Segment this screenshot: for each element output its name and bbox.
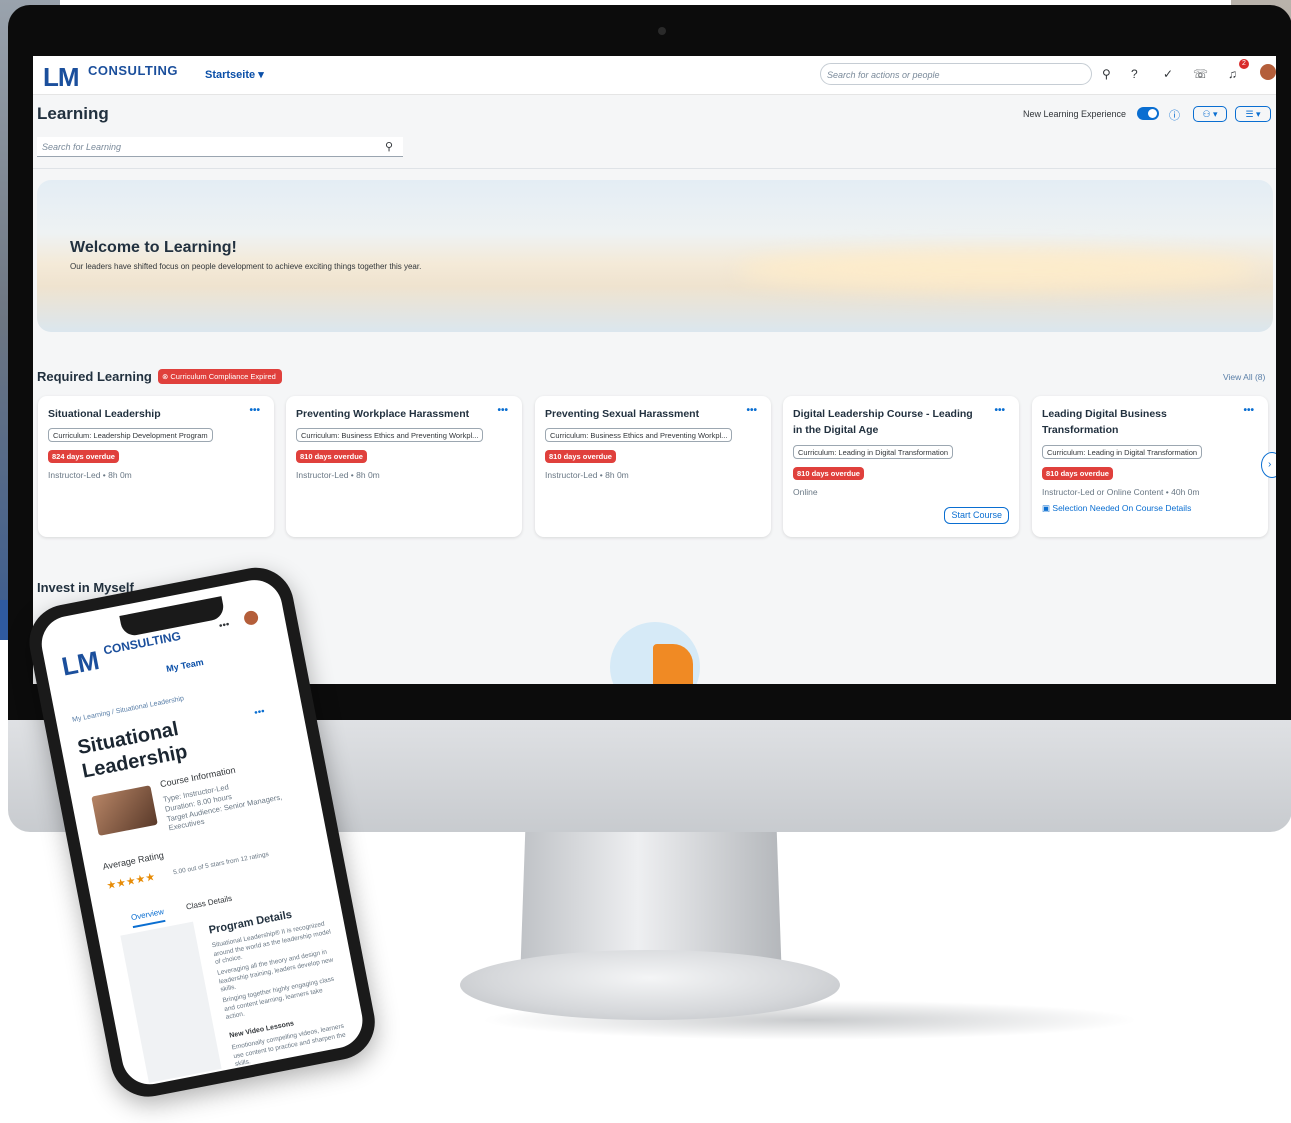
welcome-banner: Welcome to Learning! Our leaders have sh… xyxy=(37,180,1273,332)
view-all-link[interactable]: View All (8) xyxy=(1223,372,1265,382)
phone-logo: LM xyxy=(59,644,102,682)
feedback-icon[interactable]: ☏ xyxy=(1193,67,1208,81)
selection-needed-text: Selection Needed On Course Details xyxy=(1052,503,1192,513)
people-filter-button[interactable]: ⚇ ▾ xyxy=(1193,106,1227,122)
curriculum-tag: Curriculum: Leading in Digital Transform… xyxy=(793,445,954,459)
required-learning-title: Required Learning xyxy=(37,369,152,384)
tab-overview[interactable]: Overview xyxy=(130,907,166,929)
global-search-input[interactable]: Search for actions or people xyxy=(820,63,1092,85)
course-title[interactable]: Preventing Workplace Harassment xyxy=(296,406,486,422)
approvals-icon[interactable]: ✓ xyxy=(1163,67,1173,81)
course-card[interactable]: Situational Leadership ••• Curriculum: L… xyxy=(38,396,274,537)
company-logo-sub: CONSULTING xyxy=(88,63,178,78)
course-thumbnail xyxy=(91,785,158,836)
rating-text: 5.00 out of 5 stars from 12 ratings xyxy=(172,850,270,877)
overdue-badge: 810 days overdue xyxy=(545,450,616,463)
more-options-icon[interactable]: ••• xyxy=(746,405,757,416)
illustration-accent xyxy=(653,644,693,684)
hero-title: Welcome to Learning! xyxy=(70,239,237,256)
new-experience-toggle[interactable] xyxy=(1137,107,1159,120)
start-course-button[interactable]: Start Course xyxy=(944,507,1009,524)
page-title: Learning xyxy=(37,104,109,123)
compliance-expired-badge: ⊗ Curriculum Compliance Expired xyxy=(158,369,282,384)
calendar-icon: ▣ xyxy=(1042,503,1053,513)
more-options-icon[interactable]: ••• xyxy=(1243,405,1254,416)
startseite-menu[interactable]: Startseite ▾ xyxy=(205,68,264,81)
bell-icon[interactable]: ♫ xyxy=(1228,67,1237,81)
course-meta: Instructor-Led • 8h 0m xyxy=(545,470,629,480)
course-card[interactable]: Digital Leadership Course - Leading in t… xyxy=(783,396,1019,537)
star-rating: ★★★★★ xyxy=(105,871,157,893)
side-panel xyxy=(120,921,222,1083)
tab-class-details[interactable]: Class Details xyxy=(185,894,233,912)
curriculum-tag: Curriculum: Leading in Digital Transform… xyxy=(1042,445,1203,459)
course-meta: Instructor-Led or Online Content • 40h 0… xyxy=(1042,487,1200,497)
course-title[interactable]: Digital Leadership Course - Leading in t… xyxy=(793,406,983,438)
rating-label: Average Rating xyxy=(101,850,165,872)
divider xyxy=(33,168,1276,169)
course-card[interactable]: Preventing Sexual Harassment ••• Curricu… xyxy=(535,396,771,537)
more-options-icon[interactable]: ••• xyxy=(994,405,1005,416)
overdue-badge: 824 days overdue xyxy=(48,450,119,463)
company-logo[interactable]: LM xyxy=(43,62,80,93)
learning-search-input[interactable]: Search for Learning xyxy=(37,137,403,157)
hero-subtitle: Our leaders have shifted focus on people… xyxy=(70,262,422,271)
course-meta: Instructor-Led • 8h 0m xyxy=(296,470,380,480)
overdue-badge: 810 days overdue xyxy=(793,467,864,480)
search-icon[interactable]: ⚲ xyxy=(1102,67,1111,81)
curriculum-tag: Curriculum: Business Ethics and Preventi… xyxy=(545,428,733,442)
more-options-icon[interactable]: ••• xyxy=(253,706,265,719)
curriculum-tag: Curriculum: Leadership Development Progr… xyxy=(48,428,213,442)
avatar[interactable] xyxy=(242,609,260,627)
avatar[interactable] xyxy=(1260,64,1276,80)
more-options-icon[interactable]: ••• xyxy=(218,619,230,632)
curriculum-tag: Curriculum: Business Ethics and Preventi… xyxy=(296,428,484,442)
compliance-expired-text: Curriculum Compliance Expired xyxy=(170,372,276,381)
monitor-base xyxy=(460,950,840,1020)
overdue-badge: 810 days overdue xyxy=(296,450,367,463)
notification-badge: 2 xyxy=(1239,59,1249,69)
my-team-tab[interactable]: My Team xyxy=(165,657,204,674)
chevron-right-icon[interactable]: › xyxy=(1261,452,1276,478)
shell-bar: LM CONSULTING Startseite ▾ Search for ac… xyxy=(33,56,1276,95)
course-title[interactable]: Situational Leadership xyxy=(48,406,238,422)
course-card[interactable]: Preventing Workplace Harassment ••• Curr… xyxy=(286,396,522,537)
course-meta: Online xyxy=(793,487,818,497)
search-icon[interactable]: ⚲ xyxy=(385,140,393,153)
more-options-icon[interactable]: ••• xyxy=(249,405,260,416)
help-icon[interactable]: ? xyxy=(1131,67,1138,81)
course-card[interactable]: Leading Digital Business Transformation … xyxy=(1032,396,1268,537)
info-icon[interactable]: ⓘ xyxy=(1169,107,1180,123)
course-title[interactable]: Leading Digital Business Transformation xyxy=(1042,406,1232,438)
course-title[interactable]: Preventing Sexual Harassment xyxy=(545,406,735,422)
list-view-button[interactable]: ☰ ▾ xyxy=(1235,106,1271,122)
new-experience-label: New Learning Experience xyxy=(1023,109,1127,119)
course-meta: Instructor-Led • 8h 0m xyxy=(48,470,132,480)
selection-needed-link[interactable]: ▣ Selection Needed On Course Details xyxy=(1042,503,1191,514)
overdue-badge: 810 days overdue xyxy=(1042,467,1113,480)
more-options-icon[interactable]: ••• xyxy=(497,405,508,416)
camera-icon xyxy=(658,27,666,35)
